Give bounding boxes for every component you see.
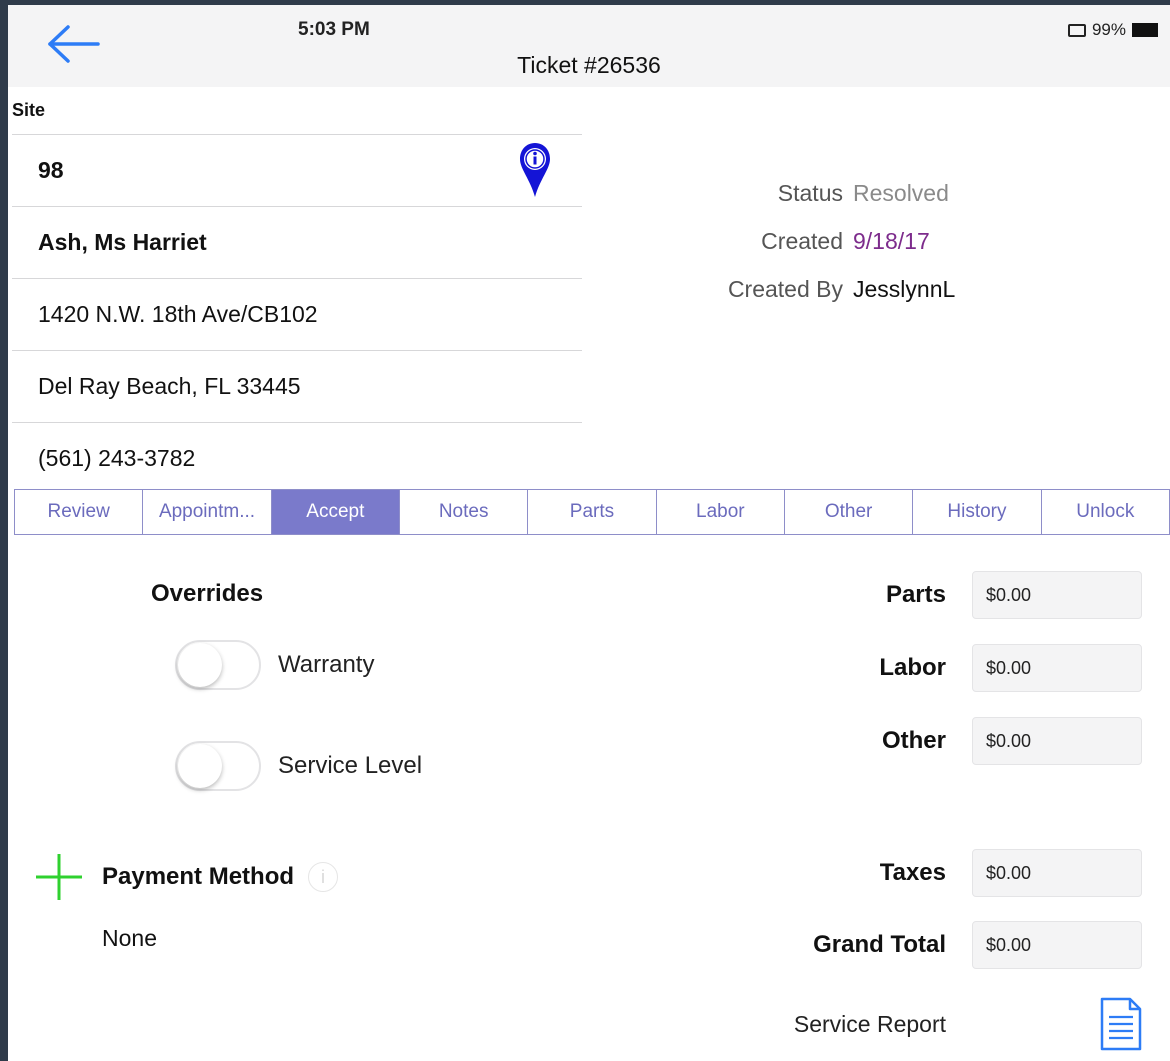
payment-info-icon[interactable]: i — [308, 862, 339, 892]
labor-total-field[interactable]: $0.00 — [972, 644, 1142, 692]
payment-method-title: Payment Method — [102, 863, 295, 890]
tab-accept[interactable]: Accept — [271, 490, 400, 534]
map-pin-info-icon[interactable] — [518, 141, 552, 199]
status-label: Status — [777, 180, 843, 206]
airplay-icon — [1067, 23, 1086, 37]
tab-notes[interactable]: Notes — [400, 490, 529, 534]
navigation-bar: 5:03 PM Ticket #26536 99% — [8, 5, 1170, 87]
status-value: Resolved — [853, 180, 949, 206]
service-level-label: Service Level — [278, 752, 423, 779]
parts-total-field[interactable]: $0.00 — [972, 571, 1142, 619]
window-frame-left — [0, 0, 8, 1061]
battery-percent: 99% — [1091, 20, 1126, 39]
grand-total-field[interactable]: $0.00 — [972, 921, 1142, 969]
status-indicators: 99% — [1067, 20, 1158, 40]
tab-labor[interactable]: Labor — [657, 490, 785, 534]
warranty-label: Warranty — [278, 651, 375, 678]
document-icon[interactable] — [1100, 997, 1142, 1051]
grand-total-label: Grand Total — [813, 931, 946, 958]
taxes-total-label: Taxes — [879, 859, 946, 886]
taxes-total-row: Taxes $0.00 — [700, 847, 1168, 899]
payment-method-header: Payment Method i — [34, 852, 339, 902]
street-address: 1420 N.W. 18th Ave/CB102 — [38, 301, 318, 327]
battery-icon — [1132, 23, 1158, 37]
other-total-label: Other — [881, 727, 946, 754]
other-total-field[interactable]: $0.00 — [972, 717, 1142, 765]
site-number: 98 — [38, 157, 64, 183]
add-payment-plus-icon[interactable] — [34, 852, 84, 902]
service-level-toggle[interactable] — [175, 741, 261, 791]
service-report-row: Service Report — [700, 996, 1168, 1052]
address-row: 1420 N.W. 18th Ave/CB102 — [12, 278, 582, 350]
parts-total-label: Parts — [885, 581, 946, 608]
created-label: Created — [761, 228, 843, 254]
tab-appointments[interactable]: Appointm... — [143, 490, 272, 534]
overrides-heading: Overrides — [151, 580, 264, 607]
service-report-label: Service Report — [793, 1010, 946, 1037]
payment-method-value: None — [102, 925, 157, 951]
created-by-row: Created By JesslynnL — [630, 276, 1090, 324]
tab-other[interactable]: Other — [785, 490, 914, 534]
phone-number[interactable]: (561) 243-3782 — [38, 445, 195, 472]
warranty-override: Warranty — [175, 637, 374, 693]
warranty-toggle[interactable] — [175, 640, 261, 690]
created-value: 9/18/17 — [853, 228, 930, 254]
status-row: Status Resolved — [630, 180, 1090, 228]
other-total-row: Other $0.00 — [700, 715, 1168, 767]
city-row: Del Ray Beach, FL 33445 — [12, 350, 582, 422]
site-details: 98 Ash, Ms Harriet 1420 N.W. 18th Ave/CB… — [12, 134, 582, 494]
tab-unlock[interactable]: Unlock — [1042, 490, 1169, 534]
tab-review[interactable]: Review — [15, 490, 144, 534]
labor-total-label: Labor — [879, 654, 946, 681]
parts-total-row: Parts $0.00 — [700, 569, 1168, 621]
ticket-meta: Status Resolved Created 9/18/17 Created … — [630, 180, 1090, 324]
toggle-knob — [178, 744, 222, 788]
tab-history[interactable]: History — [913, 490, 1042, 534]
status-time: 5:03 PM — [298, 19, 370, 40]
site-number-row: 98 — [12, 134, 582, 206]
created-row: Created 9/18/17 — [630, 228, 1090, 276]
grand-total-row: Grand Total $0.00 — [700, 919, 1168, 971]
page-title: Ticket #26536 — [517, 52, 661, 78]
toggle-knob — [178, 643, 222, 687]
created-by-value: JesslynnL — [853, 276, 956, 302]
phone-row: (561) 243-3782 — [12, 422, 582, 494]
customer-name-row: Ash, Ms Harriet — [12, 206, 582, 278]
site-section-label: Site — [12, 100, 46, 120]
created-by-label: Created By — [727, 276, 843, 302]
ticket-tab-bar: Review Appointm... Accept Notes Parts La… — [14, 489, 1170, 535]
service-level-override: Service Level — [175, 738, 422, 794]
taxes-total-field[interactable]: $0.00 — [972, 849, 1142, 897]
tab-parts[interactable]: Parts — [528, 490, 657, 534]
labor-total-row: Labor $0.00 — [700, 642, 1168, 694]
customer-name: Ash, Ms Harriet — [38, 229, 207, 255]
city-state-zip: Del Ray Beach, FL 33445 — [38, 373, 301, 399]
